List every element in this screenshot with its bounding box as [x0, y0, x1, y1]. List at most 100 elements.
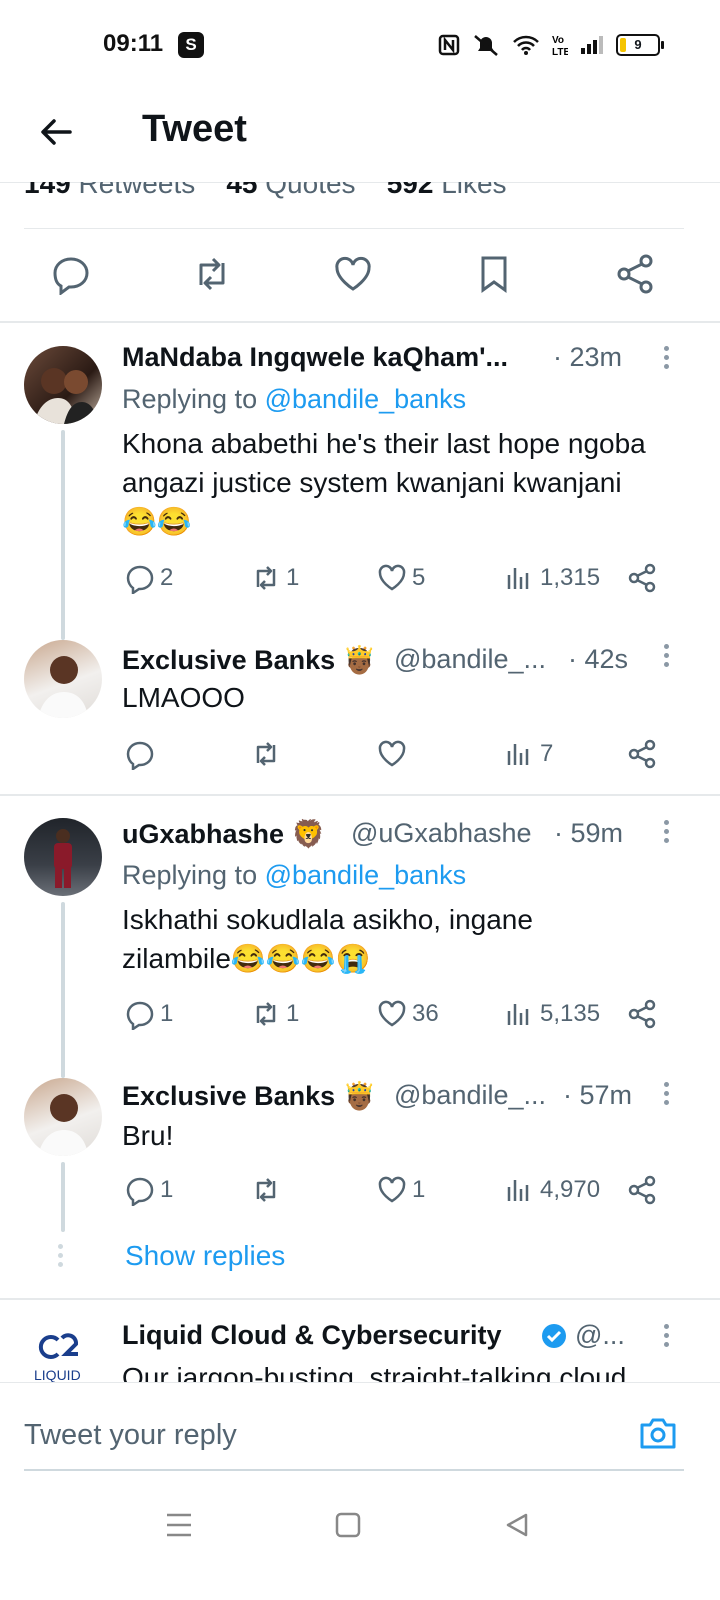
like-button[interactable]: 5 [376, 562, 425, 594]
back-triangle-icon[interactable] [504, 1512, 530, 1538]
more-options-icon[interactable] [663, 644, 671, 670]
signal-icon [581, 36, 603, 54]
avatar[interactable] [24, 640, 102, 718]
status-bar: 09:11 S Vo LTE 9 [0, 0, 720, 90]
retweet-count: 1 [286, 564, 300, 591]
retweet-icon [256, 1178, 276, 1202]
share-icon [628, 739, 656, 769]
retweet-button[interactable]: 1 [250, 562, 299, 594]
reply-button[interactable]: 1 [124, 1174, 173, 1206]
more-options-icon[interactable] [663, 820, 671, 846]
author-name[interactable]: Exclusive Banks 🤴🏾 [122, 644, 376, 676]
author-name[interactable]: uGxabhashe 🦁 [122, 818, 325, 850]
thread-line [61, 902, 65, 1078]
promoted-tweet[interactable]: LIQUID Liquid Cloud & Cybersecurity @...… [0, 1300, 720, 1382]
like-icon [378, 564, 406, 591]
input-underline [24, 1469, 684, 1471]
tweet-action-bar [24, 228, 684, 322]
views-button[interactable]: 5,135 [504, 998, 600, 1030]
author-handle[interactable]: @uGxabhashe [351, 818, 532, 849]
reply-button[interactable] [124, 738, 160, 770]
logo-text: LIQUID [34, 1367, 81, 1382]
author-name[interactable]: Liquid Cloud & Cybersecurity [122, 1320, 502, 1351]
reply-icon [126, 741, 154, 770]
thread-dots [58, 1244, 66, 1270]
mute-icon [474, 35, 498, 56]
avatar[interactable] [24, 1078, 102, 1156]
show-replies-link[interactable]: Show replies [125, 1240, 285, 1272]
timestamp: · 59m [554, 818, 624, 848]
retweet-button[interactable] [250, 1174, 286, 1206]
author-name[interactable]: Exclusive Banks 🤴🏾 [122, 1080, 376, 1112]
system-nav-bar [0, 1476, 720, 1600]
crown-emoji: 🤴🏾 [342, 645, 377, 675]
reply-icon [126, 1001, 154, 1030]
share-icon [628, 1175, 656, 1205]
replying-to-handle[interactable]: @bandile_banks [265, 384, 467, 414]
tweet-text: Bru! [122, 1120, 174, 1151]
like-icon [378, 1176, 406, 1203]
view-count: 7 [540, 740, 554, 767]
home-icon[interactable] [335, 1512, 361, 1538]
svg-text:Vo: Vo [552, 35, 564, 46]
author-handle[interactable]: @... [575, 1320, 625, 1351]
tweet-text: LMAOOO [122, 682, 245, 713]
like-button[interactable]: 1 [376, 1174, 425, 1206]
reply-button[interactable]: 1 [124, 998, 173, 1030]
replying-to-prefix: Replying to [122, 860, 265, 890]
nfc-icon [438, 34, 460, 56]
author-name[interactable]: MaNdaba Ingqwele kaQham'... [122, 342, 508, 373]
reply-tweet[interactable]: Exclusive Banks 🤴🏾 @bandile_... · 42s LM… [0, 622, 720, 794]
retweet-button[interactable] [250, 738, 286, 770]
thread-line [61, 1162, 65, 1232]
like-button[interactable] [376, 738, 412, 770]
reply-button[interactable]: 2 [124, 562, 173, 594]
share-button[interactable] [626, 1174, 658, 1206]
like-button[interactable]: 36 [376, 998, 439, 1030]
reply-count: 2 [160, 564, 174, 591]
reply-composer[interactable]: Tweet your reply [0, 1382, 720, 1477]
retweet-icon[interactable] [191, 253, 233, 295]
bookmark-icon[interactable] [473, 253, 515, 295]
crown-emoji: 🤴🏾 [342, 1081, 377, 1111]
retweet-button[interactable]: 1 [250, 998, 299, 1030]
avatar[interactable] [24, 346, 102, 424]
author-handle[interactable]: @bandile_... [394, 1080, 546, 1111]
share-icon [628, 999, 656, 1029]
views-button[interactable]: 1,315 [504, 562, 600, 594]
camera-icon[interactable] [638, 1413, 678, 1453]
reply-icon[interactable] [50, 253, 92, 295]
like-icon[interactable] [332, 253, 374, 295]
like-count: 5 [412, 564, 426, 591]
author-handle[interactable]: @bandile_... [394, 644, 546, 675]
views-icon [507, 1180, 529, 1201]
replying-to-handle[interactable]: @bandile_banks [265, 860, 467, 890]
author-name-text: Liquid Cloud & Cybersecurity [122, 1320, 502, 1350]
reply-tweet[interactable]: Exclusive Banks 🤴🏾 @bandile_... · 57m Br… [0, 1058, 720, 1238]
replying-to-prefix: Replying to [122, 384, 265, 414]
share-button[interactable] [626, 998, 658, 1030]
tweet-text: Khona ababethi he's their last hope ngob… [122, 428, 646, 537]
more-options-icon[interactable] [663, 1324, 671, 1350]
reply-input[interactable]: Tweet your reply [24, 1419, 237, 1452]
reply-tweet[interactable]: MaNdaba Ingqwele kaQham'... · 23m Replyi… [0, 322, 720, 640]
views-button[interactable]: 7 [504, 738, 553, 770]
status-icons: Vo LTE 9 [438, 30, 664, 60]
liquid-logo[interactable]: LIQUID [24, 1324, 102, 1382]
back-arrow-icon[interactable] [36, 112, 76, 152]
avatar[interactable] [24, 818, 102, 896]
volte-icon: VoLTE [552, 35, 568, 57]
reply-tweet[interactable]: uGxabhashe 🦁 @uGxabhashe · 59m Replying … [0, 796, 720, 1078]
more-options-icon[interactable] [663, 346, 671, 372]
retweet-icon [256, 742, 276, 766]
views-icon [507, 1004, 529, 1025]
share-button[interactable] [626, 738, 658, 770]
views-button[interactable]: 4,970 [504, 1174, 600, 1206]
more-options-icon[interactable] [663, 1082, 671, 1108]
share-button[interactable] [626, 562, 658, 594]
app-badge: S [178, 32, 204, 58]
reply-count: 1 [160, 1176, 174, 1203]
menu-icon[interactable] [164, 1512, 194, 1538]
replying-to: Replying to @bandile_banks [122, 384, 466, 415]
share-icon[interactable] [614, 253, 656, 295]
